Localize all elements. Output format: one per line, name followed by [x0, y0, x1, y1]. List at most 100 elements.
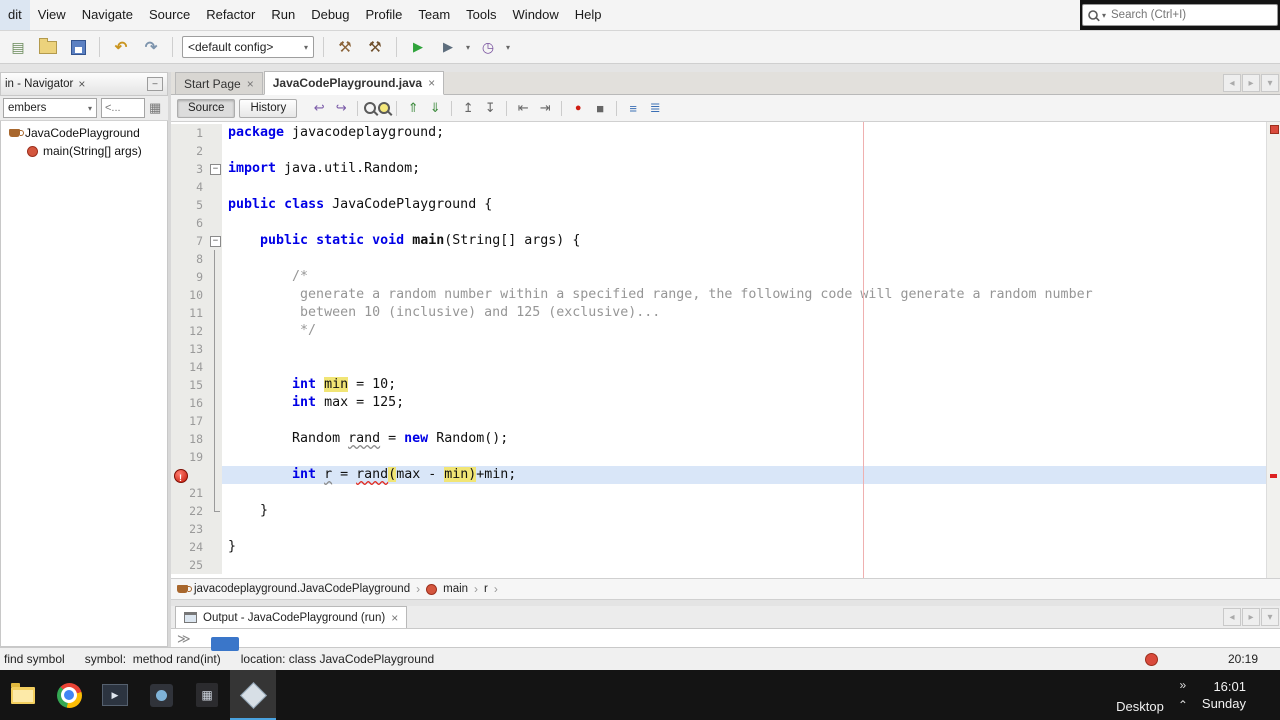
- line-number[interactable]: 9: [171, 268, 208, 286]
- taskbar-calculator[interactable]: ▦: [184, 670, 230, 720]
- line-number[interactable]: 21: [171, 484, 208, 502]
- code-line[interactable]: 8: [171, 250, 1280, 268]
- line-number[interactable]: 10: [171, 286, 208, 304]
- debug-project-icon[interactable]: ▶: [436, 35, 460, 59]
- close-icon[interactable]: ×: [78, 77, 85, 91]
- show-hidden-icons-icon[interactable]: ⌃: [1178, 698, 1188, 712]
- line-number[interactable]: 12: [171, 322, 208, 340]
- menu-source[interactable]: Source: [141, 0, 198, 30]
- search-box[interactable]: ▾: [1082, 4, 1278, 26]
- code-line[interactable]: 14: [171, 358, 1280, 376]
- menu-tools[interactable]: Tools: [458, 0, 504, 30]
- code-line[interactable]: 19: [171, 448, 1280, 466]
- line-number[interactable]: 25: [171, 556, 208, 574]
- code-line[interactable]: 23: [171, 520, 1280, 538]
- previous-bookmark-icon[interactable]: ↥: [458, 98, 478, 118]
- previous-occurrence-icon[interactable]: ⇑: [403, 98, 423, 118]
- line-number[interactable]: 3: [171, 160, 208, 178]
- shift-left-icon[interactable]: ⇤: [513, 98, 533, 118]
- redo-icon[interactable]: ↷: [139, 35, 163, 59]
- menu-window[interactable]: Window: [505, 0, 567, 30]
- expand-output-icon[interactable]: ≫: [177, 631, 191, 647]
- menu-profile[interactable]: Profile: [358, 0, 411, 30]
- next-bookmark-icon[interactable]: ↧: [480, 98, 500, 118]
- code-line[interactable]: 5 public class JavaCodePlayground {: [171, 196, 1280, 214]
- sort-icon[interactable]: ▦: [149, 100, 161, 116]
- error-stripe[interactable]: [1266, 122, 1280, 578]
- line-number[interactable]: 1: [171, 124, 208, 142]
- code-line[interactable]: 12 */: [171, 322, 1280, 340]
- taskbar-netbeans-active[interactable]: [230, 670, 276, 720]
- highlight-occurrences-icon[interactable]: [378, 102, 391, 114]
- line-number[interactable]: 22: [171, 502, 208, 520]
- filter-box[interactable]: <...: [101, 98, 145, 118]
- tab-start-page[interactable]: Start Page ×: [175, 72, 263, 94]
- history-button[interactable]: History: [239, 98, 298, 118]
- comment-lines-icon[interactable]: ≡: [623, 98, 643, 118]
- line-number[interactable]: 8: [171, 250, 208, 268]
- clean-build-project-icon[interactable]: ⚒: [363, 35, 387, 59]
- line-number[interactable]: 4: [171, 178, 208, 196]
- code-editor[interactable]: 1 package javacodeplayground; 23 import jav…: [171, 122, 1280, 578]
- minimize-icon[interactable]: –: [147, 77, 163, 91]
- search-input[interactable]: [1109, 8, 1273, 22]
- menu-team[interactable]: Team: [410, 0, 458, 30]
- start-macro-recording-icon[interactable]: ●: [568, 98, 588, 118]
- code-line[interactable]: 9 /*: [171, 268, 1280, 286]
- breadcrumb-item-variable[interactable]: r: [484, 583, 488, 595]
- code-line[interactable]: int r = rand(max - min)+min;: [171, 466, 1280, 487]
- code-line[interactable]: 15 int min = 10;: [171, 376, 1280, 394]
- line-number[interactable]: 13: [171, 340, 208, 358]
- scroll-tabs-left-icon[interactable]: ◂: [1223, 608, 1241, 626]
- config-selector[interactable]: <default config> ▾: [182, 36, 314, 58]
- tab-list-icon[interactable]: ▾: [1261, 608, 1279, 626]
- close-icon[interactable]: ×: [391, 611, 398, 625]
- code-line[interactable]: 24}: [171, 538, 1280, 556]
- code-line[interactable]: 11 between 10 (inclusive) and 125 (exclu…: [171, 304, 1280, 322]
- code-line[interactable]: 2: [171, 142, 1280, 160]
- code-line[interactable]: 17: [171, 412, 1280, 430]
- line-number[interactable]: 18: [171, 430, 208, 448]
- taskbar-app[interactable]: [138, 670, 184, 720]
- menu-run[interactable]: Run: [263, 0, 303, 30]
- menu-dit[interactable]: dit: [0, 0, 30, 30]
- stop-macro-recording-icon[interactable]: ■: [590, 98, 610, 118]
- line-number[interactable]: 7: [171, 232, 208, 250]
- source-button[interactable]: Source: [177, 98, 236, 118]
- code-line[interactable]: 22 }: [171, 502, 1280, 520]
- code-line[interactable]: 25: [171, 556, 1280, 574]
- code-line[interactable]: 6: [171, 214, 1280, 232]
- build-project-icon[interactable]: ⚒: [333, 35, 357, 59]
- run-project-icon[interactable]: ▶: [406, 35, 430, 59]
- profile-project-icon[interactable]: ◷: [476, 35, 500, 59]
- undo-icon[interactable]: ↶: [109, 35, 133, 59]
- tab-javacodeplayground[interactable]: JavaCodePlayground.java ×: [263, 71, 445, 95]
- fold-toggle-icon[interactable]: [208, 160, 222, 178]
- taskbar-clock[interactable]: 16:01 Sunday: [1202, 678, 1246, 712]
- error-mark[interactable]: [1270, 474, 1277, 478]
- taskbar-chrome[interactable]: [46, 670, 92, 720]
- breadcrumb-item-method[interactable]: main: [443, 583, 468, 595]
- members-dropdown[interactable]: embers ▾: [3, 98, 97, 118]
- code-line[interactable]: 21: [171, 484, 1280, 502]
- line-number[interactable]: 17: [171, 412, 208, 430]
- line-number[interactable]: 16: [171, 394, 208, 412]
- code-line[interactable]: 1 package javacodeplayground;: [171, 124, 1280, 142]
- taskbar-media-app[interactable]: ▶: [92, 670, 138, 720]
- line-number[interactable]: 11: [171, 304, 208, 322]
- line-number[interactable]: 23: [171, 520, 208, 538]
- line-number[interactable]: 5: [171, 196, 208, 214]
- chevron-down-icon[interactable]: ▾: [506, 43, 510, 52]
- line-number[interactable]: 15: [171, 376, 208, 394]
- chevron-down-icon[interactable]: ▾: [1102, 11, 1106, 20]
- tree-item-javacodeplayground[interactable]: JavaCodePlayground: [1, 124, 167, 142]
- new-file-icon[interactable]: ▤: [6, 35, 30, 59]
- save-all-icon[interactable]: [66, 35, 90, 59]
- scroll-tabs-left-icon[interactable]: ◂: [1223, 74, 1241, 92]
- code-line[interactable]: 4: [171, 178, 1280, 196]
- tab-output[interactable]: Output - JavaCodePlayground (run) ×: [175, 606, 408, 628]
- error-summary-icon[interactable]: [1270, 125, 1279, 134]
- notification-icon[interactable]: [1144, 652, 1158, 666]
- menu-view[interactable]: View: [30, 0, 74, 30]
- breadcrumb-item-class[interactable]: javacodeplayground.JavaCodePlayground: [194, 583, 410, 595]
